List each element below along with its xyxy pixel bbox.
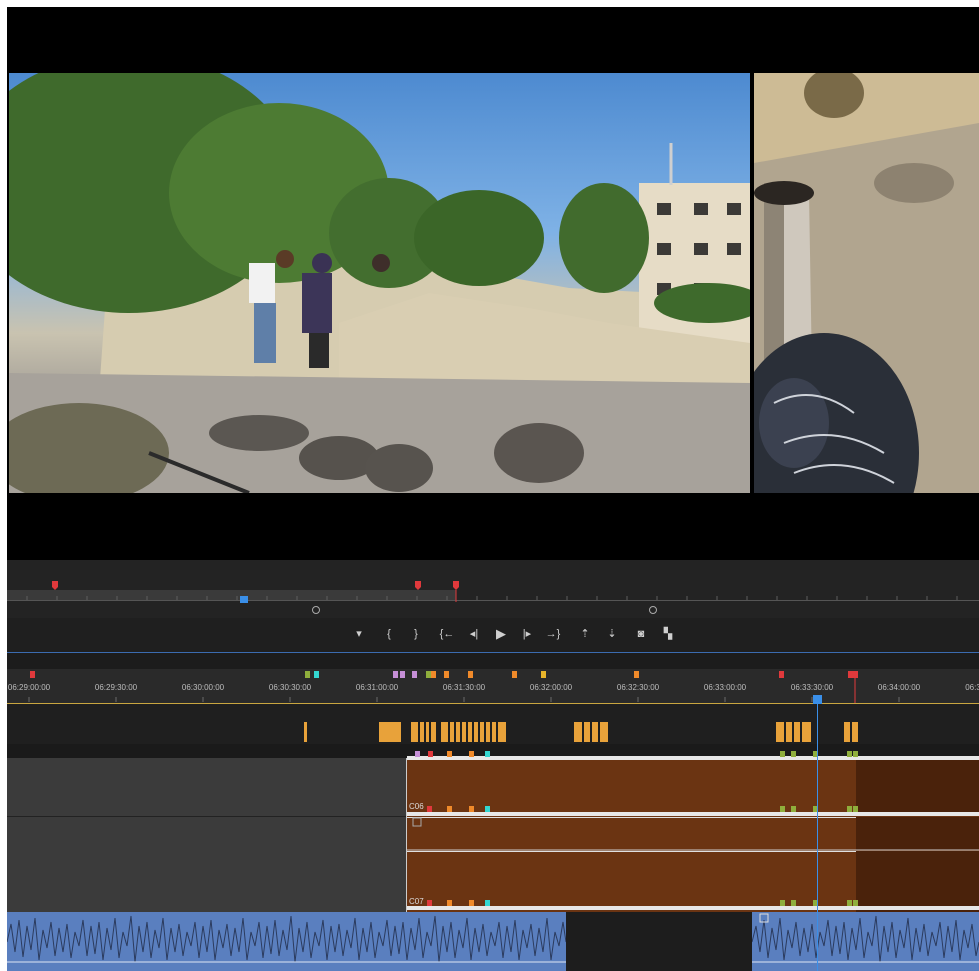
transport-controls: ▾ { } {← ◂| ▶ |▸ →} ⇡ ⇣ ◙ ▚ [7, 618, 979, 653]
audio-clip-a1[interactable] [7, 912, 566, 971]
mini-marker-red [415, 581, 421, 590]
audio-waveform [7, 912, 566, 971]
lift-button[interactable]: ⇡ [577, 624, 593, 644]
ruler-ticks [28, 671, 900, 703]
audio-waveform [752, 912, 979, 971]
go-to-out-button[interactable]: →} [545, 624, 561, 644]
step-back-button[interactable]: ◂| [466, 624, 482, 644]
playhead-handle[interactable] [813, 695, 822, 704]
comparison-view-button[interactable]: ▚ [660, 624, 676, 644]
edit-point[interactable] [406, 758, 407, 912]
main-camera-frame[interactable] [9, 73, 750, 493]
secondary-camera-frame[interactable] [754, 73, 979, 493]
panel-divider [7, 653, 979, 669]
premiere-window: ▾ { } {← ◂| ▶ |▸ →} ⇡ ⇣ ◙ ▚ 06:29:00:00 … [7, 7, 979, 971]
mini-timeline-navigator[interactable] [7, 560, 979, 618]
mark-in-button[interactable]: { [381, 624, 397, 644]
audio-clip-a2[interactable] [752, 912, 979, 971]
timeline-tracks: C06 C07 [7, 704, 979, 971]
side-frame-image [754, 73, 979, 493]
zoom-handle-right[interactable] [649, 606, 657, 614]
mini-marker-red [453, 581, 459, 590]
extract-button[interactable]: ⇣ [604, 624, 620, 644]
playhead-line [817, 704, 818, 971]
main-frame-image [9, 73, 750, 493]
mini-ruler-ticks [26, 581, 958, 603]
ruler-markers [30, 671, 858, 678]
audio-gap [566, 912, 752, 971]
go-to-in-button[interactable]: {← [439, 624, 455, 644]
export-frame-button[interactable]: ◙ [633, 624, 649, 644]
mini-playhead [240, 596, 248, 603]
mark-out-button[interactable]: } [408, 624, 424, 644]
play-button[interactable]: ▶ [493, 624, 509, 644]
step-forward-button[interactable]: |▸ [519, 624, 535, 644]
zoom-handle-left[interactable] [312, 606, 320, 614]
time-ruler[interactable]: 06:29:00:00 06:29:30:00 06:30:00:00 06:3… [7, 669, 979, 704]
program-monitor [7, 7, 979, 560]
mini-marker-red [52, 581, 58, 590]
add-marker-button[interactable]: ▾ [351, 624, 367, 644]
